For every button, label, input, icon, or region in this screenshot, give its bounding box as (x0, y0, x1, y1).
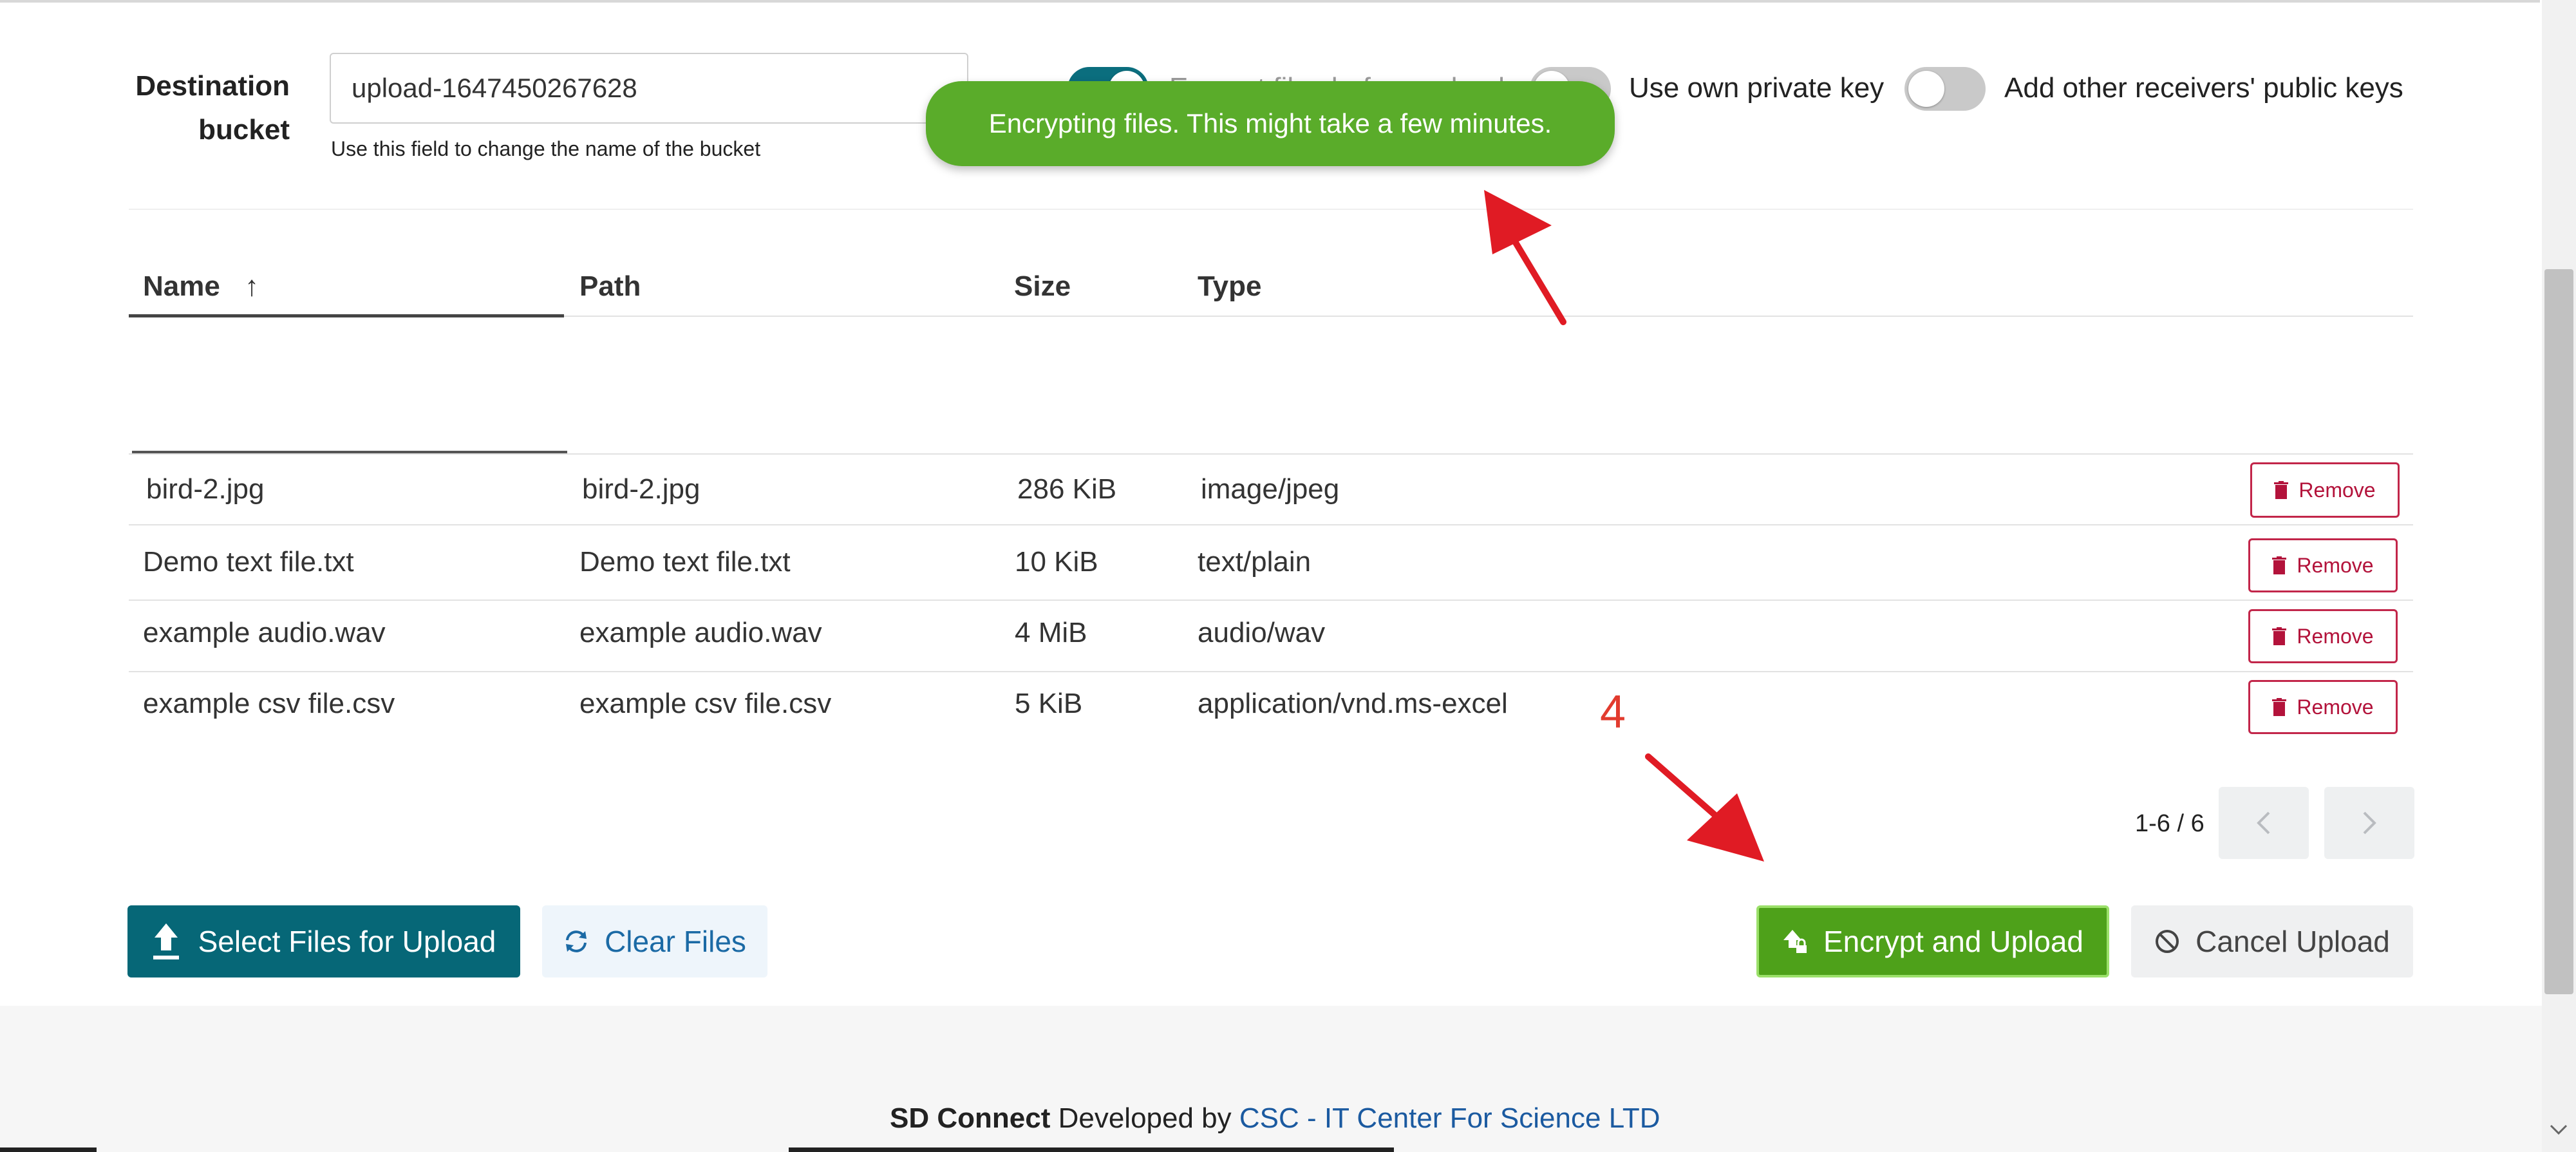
arrow-to-encrypt-button (1645, 753, 1764, 862)
scroll-down-arrow-icon[interactable] (2548, 1120, 2569, 1138)
scrollbar-thumb[interactable] (2544, 269, 2573, 994)
cancel-icon (2156, 930, 2179, 953)
footer-developed-by: Developed by (1050, 1102, 1239, 1134)
refresh-icon (566, 930, 587, 952)
cancel-upload-label: Cancel Upload (2195, 925, 2390, 958)
chevron-left-icon (2257, 811, 2270, 835)
footer-text: SD Connect Developed by CSC - IT Center … (890, 1102, 1660, 1135)
clear-files-button[interactable]: Clear Files (542, 905, 767, 977)
cancel-upload-button[interactable]: Cancel Upload (2131, 905, 2413, 977)
bottom-bar-segment (789, 1147, 1394, 1152)
select-files-label: Select Files for Upload (198, 925, 496, 958)
pagination-range: 1-6 / 6 (2135, 810, 2205, 837)
arrow-to-toast (1484, 190, 1566, 325)
encrypt-and-upload-label: Encrypt and Upload (1823, 925, 2084, 958)
footer-brand: SD Connect (890, 1102, 1051, 1134)
previous-page-button[interactable] (2219, 787, 2309, 859)
next-page-button[interactable] (2324, 787, 2414, 859)
footer-org-link[interactable]: CSC - IT Center For Science LTD (1239, 1102, 1660, 1134)
clear-files-label: Clear Files (605, 925, 746, 958)
encrypt-and-upload-button[interactable]: Encrypt and Upload (1756, 905, 2109, 977)
select-files-button[interactable]: Select Files for Upload (127, 905, 520, 977)
encrypted-upload-icon (1783, 930, 1807, 953)
annotation-arrows (1484, 190, 1764, 862)
upload-icon (153, 923, 179, 959)
bottom-bar-segment (0, 1147, 97, 1152)
upload-page: Destination bucket upload-1647450267628 … (0, 0, 2576, 1152)
chevron-right-icon (2363, 811, 2376, 835)
